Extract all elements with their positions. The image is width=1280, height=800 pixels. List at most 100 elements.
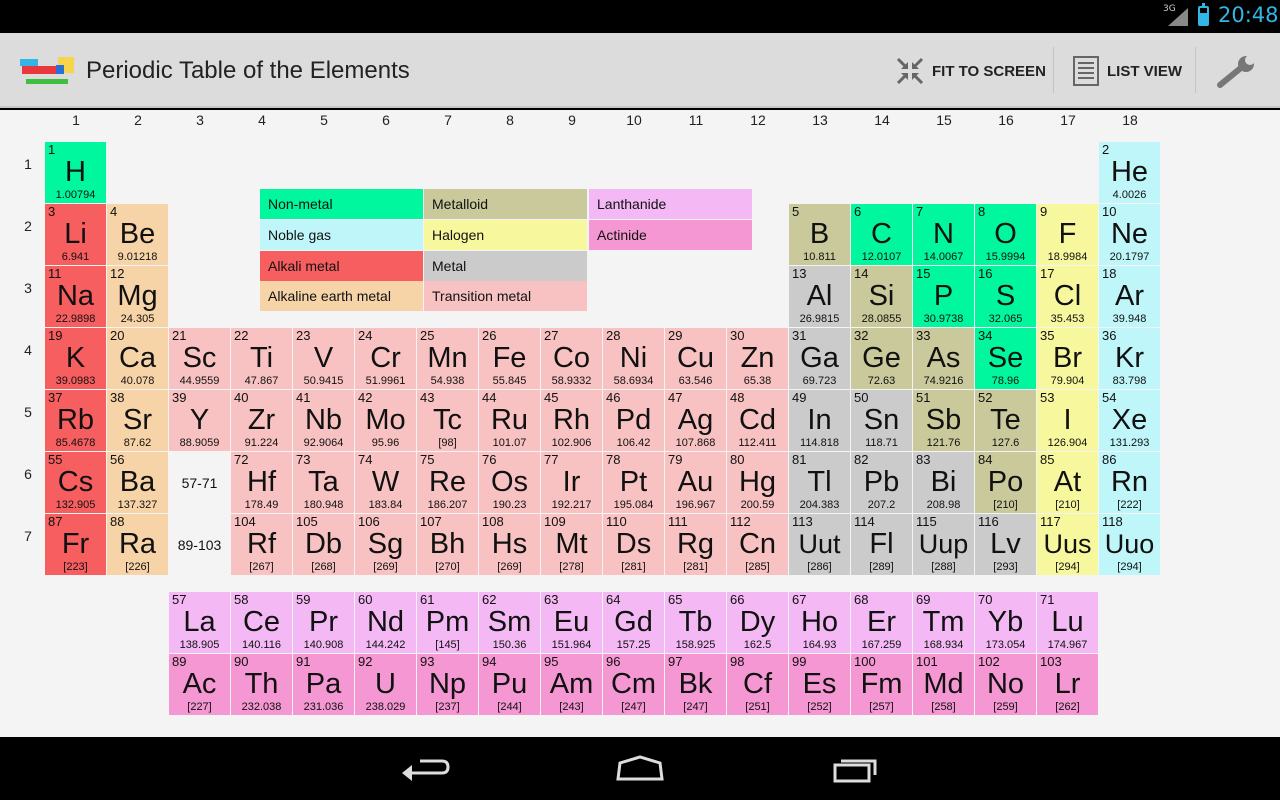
legend-transition[interactable]: Transition metal — [424, 281, 587, 311]
element-s[interactable]: 16 S 32.065 — [975, 266, 1036, 327]
element-nb[interactable]: 41 Nb 92.9064 — [293, 390, 354, 451]
element-u[interactable]: 92 U 238.029 — [355, 654, 416, 715]
element-cu[interactable]: 29 Cu 63.546 — [665, 328, 726, 389]
element-mg[interactable]: 12 Mg 24.305 — [107, 266, 168, 327]
element-cd[interactable]: 48 Cd 112.411 — [727, 390, 788, 451]
element-ne[interactable]: 10 Ne 20.1797 — [1099, 204, 1160, 265]
element-as[interactable]: 33 As 74.9216 — [913, 328, 974, 389]
element-la[interactable]: 57 La 138.905 — [169, 592, 230, 653]
element-sr[interactable]: 38 Sr 87.62 — [107, 390, 168, 451]
element-kr[interactable]: 36 Kr 83.798 — [1099, 328, 1160, 389]
element-he[interactable]: 2 He 4.0026 — [1099, 142, 1160, 203]
element-hs[interactable]: 108 Hs [269] — [479, 514, 540, 575]
element-sm[interactable]: 62 Sm 150.36 — [479, 592, 540, 653]
fit-to-screen-button[interactable]: FIT TO SCREEN — [896, 51, 1046, 91]
element-al[interactable]: 13 Al 26.9815 — [789, 266, 850, 327]
legend-alkali[interactable]: Alkali metal — [260, 251, 423, 281]
element-os[interactable]: 76 Os 190.23 — [479, 452, 540, 513]
element-lu[interactable]: 71 Lu 174.967 — [1037, 592, 1098, 653]
element-fe[interactable]: 26 Fe 55.845 — [479, 328, 540, 389]
element-er[interactable]: 68 Er 167.259 — [851, 592, 912, 653]
element-ca[interactable]: 20 Ca 40.078 — [107, 328, 168, 389]
element-pr[interactable]: 59 Pr 140.908 — [293, 592, 354, 653]
element-fm[interactable]: 100 Fm [257] — [851, 654, 912, 715]
element-ag[interactable]: 47 Ag 107.868 — [665, 390, 726, 451]
element-si[interactable]: 14 Si 28.0855 — [851, 266, 912, 327]
element-in[interactable]: 49 In 114.818 — [789, 390, 850, 451]
element-ni[interactable]: 28 Ni 58.6934 — [603, 328, 664, 389]
element-v[interactable]: 23 V 50.9415 — [293, 328, 354, 389]
element-hf[interactable]: 72 Hf 178.49 — [231, 452, 292, 513]
element-cl[interactable]: 17 Cl 35.453 — [1037, 266, 1098, 327]
element-uup[interactable]: 115 Uup [288] — [913, 514, 974, 575]
element-cn[interactable]: 112 Cn [285] — [727, 514, 788, 575]
element-ra[interactable]: 88 Ra [226] — [107, 514, 168, 575]
element-ds[interactable]: 110 Ds [281] — [603, 514, 664, 575]
element-ta[interactable]: 73 Ta 180.948 — [293, 452, 354, 513]
element-sb[interactable]: 51 Sb 121.76 — [913, 390, 974, 451]
element-gd[interactable]: 64 Gd 157.25 — [603, 592, 664, 653]
element-es[interactable]: 99 Es [252] — [789, 654, 850, 715]
element-rh[interactable]: 45 Rh 102.906 — [541, 390, 602, 451]
element-tl[interactable]: 81 Tl 204.383 — [789, 452, 850, 513]
element-n[interactable]: 7 N 14.0067 — [913, 204, 974, 265]
element-o[interactable]: 8 O 15.9994 — [975, 204, 1036, 265]
element-ge[interactable]: 32 Ge 72.63 — [851, 328, 912, 389]
element-i[interactable]: 53 I 126.904 — [1037, 390, 1098, 451]
legend-alkaline[interactable]: Alkaline earth metal — [260, 281, 423, 311]
legend-lanthanide[interactable]: Lanthanide — [589, 189, 752, 219]
element-p[interactable]: 15 P 30.9738 — [913, 266, 974, 327]
element-sn[interactable]: 50 Sn 118.71 — [851, 390, 912, 451]
list-view-button[interactable]: LIST VIEW — [1073, 51, 1182, 91]
element-th[interactable]: 90 Th 232.038 — [231, 654, 292, 715]
element-lv[interactable]: 116 Lv [293] — [975, 514, 1036, 575]
element-yb[interactable]: 70 Yb 173.054 — [975, 592, 1036, 653]
element-mt[interactable]: 109 Mt [278] — [541, 514, 602, 575]
element-uuo[interactable]: 118 Uuo [294] — [1099, 514, 1160, 575]
element-tc[interactable]: 43 Tc [98] — [417, 390, 478, 451]
element-pm[interactable]: 61 Pm [145] — [417, 592, 478, 653]
element-sg[interactable]: 106 Sg [269] — [355, 514, 416, 575]
element-mo[interactable]: 42 Mo 95.96 — [355, 390, 416, 451]
element-au[interactable]: 79 Au 196.967 — [665, 452, 726, 513]
element-rb[interactable]: 37 Rb 85.4678 — [45, 390, 106, 451]
element-dy[interactable]: 66 Dy 162.5 — [727, 592, 788, 653]
element-uut[interactable]: 113 Uut [286] — [789, 514, 850, 575]
element-pt[interactable]: 78 Pt 195.084 — [603, 452, 664, 513]
element-ga[interactable]: 31 Ga 69.723 — [789, 328, 850, 389]
wrench-icon[interactable] — [1216, 55, 1258, 89]
element-hg[interactable]: 80 Hg 200.59 — [727, 452, 788, 513]
element-tb[interactable]: 65 Tb 158.925 — [665, 592, 726, 653]
element-h[interactable]: 1 H 1.00794 — [45, 142, 106, 203]
element-fl[interactable]: 114 Fl [289] — [851, 514, 912, 575]
element-bi[interactable]: 83 Bi 208.98 — [913, 452, 974, 513]
element-rn[interactable]: 86 Rn [222] — [1099, 452, 1160, 513]
legend-metalloid[interactable]: Metalloid — [424, 189, 587, 219]
element-pa[interactable]: 91 Pa 231.036 — [293, 654, 354, 715]
element-ru[interactable]: 44 Ru 101.07 — [479, 390, 540, 451]
legend-metal[interactable]: Metal — [424, 251, 587, 281]
element-rf[interactable]: 104 Rf [267] — [231, 514, 292, 575]
element-db[interactable]: 105 Db [268] — [293, 514, 354, 575]
element-k[interactable]: 19 K 39.0983 — [45, 328, 106, 389]
element-y[interactable]: 39 Y 88.9059 — [169, 390, 230, 451]
element-ti[interactable]: 22 Ti 47.867 — [231, 328, 292, 389]
element-eu[interactable]: 63 Eu 151.964 — [541, 592, 602, 653]
element-pu[interactable]: 94 Pu [244] — [479, 654, 540, 715]
element-na[interactable]: 11 Na 22.9898 — [45, 266, 106, 327]
legend-actinide[interactable]: Actinide — [589, 220, 752, 250]
element-b[interactable]: 5 B 10.811 — [789, 204, 850, 265]
legend-halogen[interactable]: Halogen — [424, 220, 587, 250]
element-po[interactable]: 84 Po [210] — [975, 452, 1036, 513]
element-co[interactable]: 27 Co 58.9332 — [541, 328, 602, 389]
element-cm[interactable]: 96 Cm [247] — [603, 654, 664, 715]
element-te[interactable]: 52 Te 127.6 — [975, 390, 1036, 451]
element-be[interactable]: 4 Be 9.01218 — [107, 204, 168, 265]
element-cs[interactable]: 55 Cs 132.905 — [45, 452, 106, 513]
element-bh[interactable]: 107 Bh [270] — [417, 514, 478, 575]
element-am[interactable]: 95 Am [243] — [541, 654, 602, 715]
element-fr[interactable]: 87 Fr [223] — [45, 514, 106, 575]
element-ir[interactable]: 77 Ir 192.217 — [541, 452, 602, 513]
element-ba[interactable]: 56 Ba 137.327 — [107, 452, 168, 513]
element-zr[interactable]: 40 Zr 91.224 — [231, 390, 292, 451]
